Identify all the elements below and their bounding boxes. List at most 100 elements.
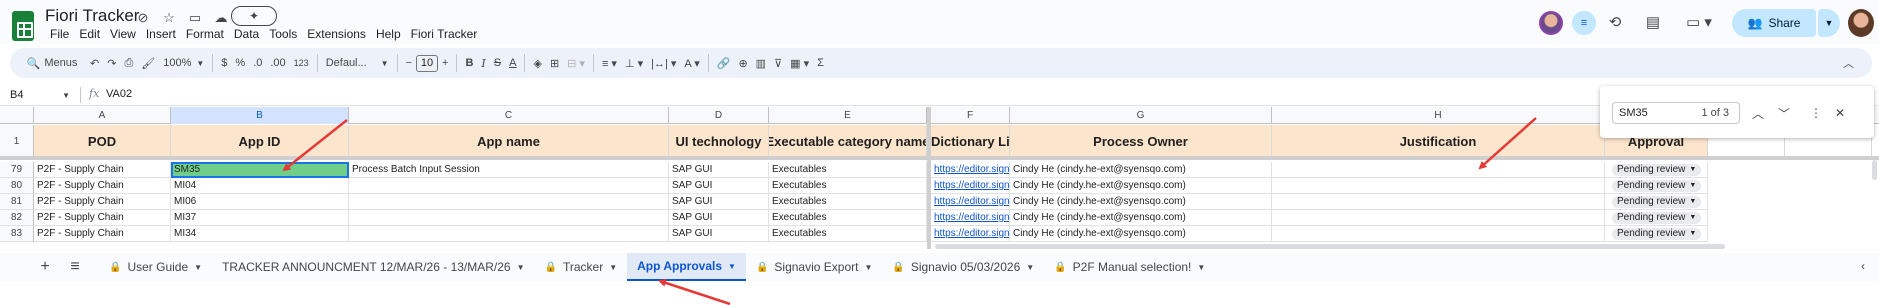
find-next-icon[interactable]: ﹀ [1774,102,1794,124]
cell-approval[interactable]: Pending review ▼ [1605,210,1708,226]
zoom-select[interactable]: 100% ▼ [159,52,208,74]
column-header-b[interactable]: B [171,107,349,124]
share-button[interactable]: 👥 Share [1732,9,1816,37]
sheet-tab-app-approvals[interactable]: App Approvals ▼ [627,253,746,281]
presence-chip-icon[interactable]: ≡ [1572,11,1596,35]
cell-process-owner[interactable]: Cindy He (cindy.he-ext@syensqo.com) [1010,194,1272,210]
text-wrapping-icon[interactable]: |↔| ▾ [647,52,680,74]
cell-app-name[interactable] [349,194,669,210]
chevron-down-icon[interactable]: ▼ [728,262,736,271]
menu-file[interactable]: File [45,25,74,43]
horizontal-align-icon[interactable]: ≡ ▾ [598,52,621,74]
menu-extensions[interactable]: Extensions [302,25,371,43]
insert-comment-icon[interactable]: ⊕ [734,52,751,74]
chevron-down-icon[interactable]: ▼ [1197,263,1205,272]
cell-pod[interactable]: P2F - Supply Chain [34,162,171,178]
document-title[interactable]: Fiori Tracker [45,6,139,26]
sheets-logo-icon[interactable] [12,11,34,41]
cell-category[interactable]: Executables [769,178,927,194]
cell-ui-technology[interactable]: SAP GUI [669,226,769,242]
chevron-down-icon[interactable]: ▼ [194,263,202,272]
cell-justification[interactable] [1272,194,1605,210]
chevron-left-icon[interactable]: ‹ [1861,259,1865,273]
strikethrough-icon[interactable]: S [490,52,505,74]
user-avatar[interactable] [1848,9,1874,37]
sheet-tab-signavio-0503[interactable]: 🔒 Signavio 05/03/2026 ▼ [882,253,1044,281]
cell-dictionary-link[interactable]: https://editor.signavio.com [931,178,1010,194]
cell-justification[interactable] [1272,178,1605,194]
approval-dropdown-chip[interactable]: Pending review ▼ [1612,195,1702,208]
cell-app-id[interactable]: MI34 [171,226,349,242]
print-icon[interactable]: ⎙ [120,52,137,74]
share-dropdown-button[interactable]: ▼ [1818,9,1840,37]
menu-format[interactable]: Format [181,25,229,43]
row-number[interactable]: 81 [0,194,34,210]
cell-app-name[interactable] [349,226,669,242]
cell-dictionary-link[interactable]: https://editor.signavio.com [931,210,1010,226]
cell-process-owner[interactable]: Cindy He (cindy.he-ext@syensqo.com) [1010,210,1272,226]
cell-pod[interactable]: P2F - Supply Chain [34,226,171,242]
column-header-a[interactable]: A [34,107,171,124]
font-size-input[interactable]: 10 [416,54,439,72]
merge-cells-icon[interactable]: ⊟ ▾ [563,52,589,74]
frozen-column-divider[interactable] [927,107,931,249]
select-all-corner[interactable] [0,107,34,124]
vertical-align-icon[interactable]: ⊥ ▾ [621,52,647,74]
more-options-icon[interactable]: ⋮ [1806,102,1826,124]
row-number[interactable]: 1 [0,125,34,159]
chevron-down-icon[interactable]: ▼ [864,263,872,272]
sheet-tab-tracker-announcement[interactable]: TRACKER ANNOUNCMENT 12/MAR/26 - 13/MAR/2… [212,253,534,281]
approval-dropdown-chip[interactable]: Pending review ▼ [1612,227,1702,240]
approval-dropdown-chip[interactable]: Pending review ▼ [1612,163,1702,176]
header-app-id[interactable]: App ID [171,125,349,159]
menu-edit[interactable]: Edit [74,25,105,43]
search-menus-button[interactable]: 🔍 Menus [18,52,86,74]
horizontal-scrollbar[interactable] [935,244,1725,249]
cell-app-id-active[interactable]: SM35 [171,162,349,178]
cell-app-name[interactable] [349,210,669,226]
cell-justification[interactable] [1272,210,1605,226]
filter-icon[interactable]: ⊽ [770,52,786,74]
font-size-decrease-button[interactable]: − [402,52,416,74]
menu-fiori-tracker[interactable]: Fiori Tracker [406,25,483,43]
row-number[interactable]: 82 [0,210,34,226]
cell-ui-technology[interactable]: SAP GUI [669,178,769,194]
cell-approval[interactable]: Pending review ▼ [1605,226,1708,242]
chevron-down-icon[interactable]: ▼ [1026,263,1034,272]
column-header-c[interactable]: C [349,107,669,124]
header-process-owner[interactable]: Process Owner [1010,125,1272,159]
collapse-toolbar-icon[interactable]: ︿ [1839,52,1858,74]
cell-process-owner[interactable]: Cindy He (cindy.he-ext@syensqo.com) [1010,162,1272,178]
gemini-button[interactable]: ✦ [231,6,277,26]
menu-data[interactable]: Data [229,25,264,43]
insert-link-icon[interactable]: 🔗 [713,52,735,74]
paint-format-icon[interactable]: 🖌 [137,52,159,74]
header-app-name[interactable]: App name [349,125,669,159]
cell-category[interactable]: Executables [769,162,927,178]
increase-decimal-button[interactable]: .00 [266,52,289,74]
percent-format-button[interactable]: % [231,52,249,74]
sheet-tab-user-guide[interactable]: 🔒 User Guide ▼ [99,253,212,281]
header-ui-technology[interactable]: UI technology [669,125,769,159]
vertical-scrollbar[interactable] [1872,160,1877,180]
cell-app-name[interactable] [349,178,669,194]
name-box[interactable]: B4 ▼ [10,87,70,103]
sheet-tab-tracker[interactable]: 🔒 Tracker ▼ [535,253,628,281]
font-select[interactable]: Defaul... ▼ [322,52,393,74]
currency-format-button[interactable]: $ [217,52,231,74]
cell-justification[interactable] [1272,162,1605,178]
cell-approval[interactable]: Pending review ▼ [1605,194,1708,210]
insert-chart-icon[interactable]: ▥ [752,52,770,74]
column-header-h[interactable]: H [1272,107,1605,124]
approval-dropdown-chip[interactable]: Pending review ▼ [1612,179,1702,192]
cell-dictionary-link[interactable]: https://editor.signavio.com [931,162,1010,178]
cell-pod[interactable]: P2F - Supply Chain [34,210,171,226]
cell-category[interactable]: Executables [769,210,927,226]
approval-dropdown-chip[interactable]: Pending review ▼ [1612,211,1702,224]
sheet-tab-p2f-manual[interactable]: 🔒 P2F Manual selection! ▼ [1044,253,1215,281]
column-header-d[interactable]: D [669,107,769,124]
cell-app-id[interactable]: MI06 [171,194,349,210]
cell-approval[interactable]: Pending review ▼ [1605,162,1708,178]
frozen-row-divider[interactable] [0,156,1879,160]
fill-color-icon[interactable]: ◈ [529,52,545,74]
